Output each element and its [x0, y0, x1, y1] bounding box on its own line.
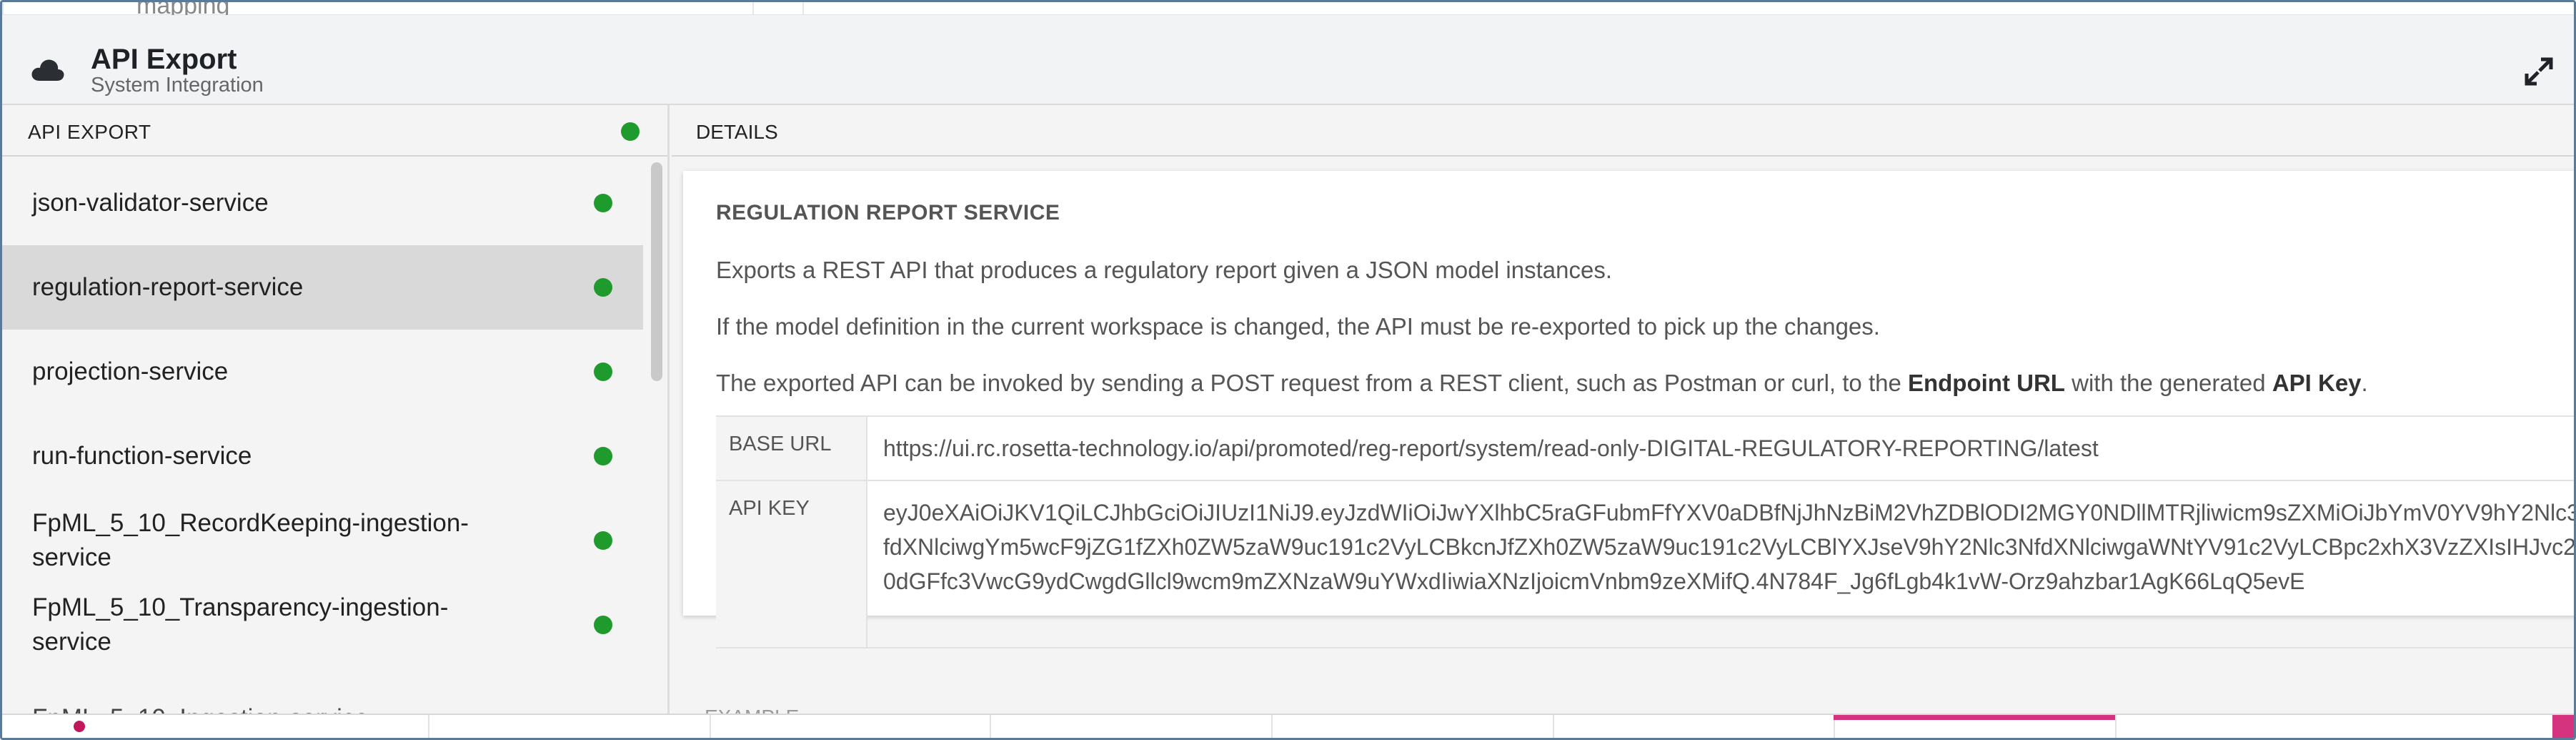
expand-icon[interactable] [2524, 56, 2554, 87]
api-key-label: API KEY [716, 481, 867, 647]
table-row: API KEY eyJ0eXAiOiJKV1QiLCJhbGciOiJIUzI1… [716, 481, 2574, 648]
status-dot-icon [594, 362, 612, 381]
list-item-label: FpML_5_10_Transparency-ingestion-service [32, 593, 449, 656]
api-export-panel: API EXPORT json-validator-service regula… [2, 105, 670, 720]
tab-divider [990, 715, 991, 738]
service-list: json-validator-service regulation-report… [2, 161, 643, 667]
tab-divider [1271, 715, 1273, 738]
details-panel: DETAILS REGULATION REPORT SERVICE Export… [672, 105, 2574, 720]
list-item-label: FpML_5_10_RecordKeeping-ingestion-servic… [32, 509, 469, 571]
panel-header: API Export System Integration [2, 15, 2574, 105]
strip-divider [752, 2, 754, 15]
base-url-value[interactable]: https://ui.rc.rosetta-technology.io/api/… [867, 417, 2574, 480]
tab-divider [428, 715, 429, 738]
description-text: If the model definition in the current w… [716, 313, 1880, 340]
card-title: REGULATION REPORT SERVICE [716, 201, 1060, 225]
description-text: The exported API can be invoked by sendi… [716, 370, 2368, 396]
endpoint-table: BASE URL https://ui.rc.rosetta-technolog… [716, 415, 2574, 648]
description-text: Exports a REST API that produces a regul… [716, 257, 1613, 283]
base-url-label: BASE URL [716, 417, 867, 480]
list-item[interactable]: FpML_5_10_Transparency-ingestion-service [2, 583, 643, 667]
page-subtitle: System Integration [91, 74, 264, 97]
status-dot-icon [594, 278, 612, 297]
details-header: DETAILS [672, 105, 2574, 157]
status-dot-icon [594, 447, 612, 465]
panel-heading: API EXPORT [28, 121, 151, 143]
table-row: BASE URL https://ui.rc.rosetta-technolog… [716, 417, 2574, 481]
status-dot-icon [594, 194, 612, 212]
list-scrollbar[interactable] [651, 162, 662, 381]
active-tab-indicator [1834, 715, 2115, 720]
list-item[interactable]: projection-service [2, 330, 643, 414]
api-key-value[interactable]: eyJ0eXAiOiJKV1QiLCJhbGciOiJIUzI1NiJ9.eyJ… [867, 481, 2574, 647]
corner-accent [2552, 715, 2574, 738]
page-title: API Export [91, 44, 237, 75]
list-item-selected[interactable]: regulation-report-service [2, 245, 643, 330]
top-strip: mapping [2, 2, 2574, 19]
list-item-label: projection-service [32, 357, 229, 385]
app-window: mapping API Export System Integration AP… [0, 0, 2576, 740]
strip-divider [2, 2, 4, 15]
status-dot-icon [621, 122, 640, 141]
tab-divider [710, 715, 711, 738]
list-item-label: regulation-report-service [32, 273, 304, 301]
list-item[interactable]: run-function-service [2, 414, 643, 498]
api-export-header: API EXPORT [2, 105, 667, 157]
bottom-tab-bar [2, 714, 2574, 738]
rosetta-logo-icon[interactable] [74, 721, 85, 732]
list-item[interactable]: FpML_5_10_RecordKeeping-ingestion-servic… [2, 498, 643, 583]
list-item[interactable]: json-validator-service [2, 161, 643, 245]
status-dot-icon [594, 531, 612, 550]
list-item-label: json-validator-service [32, 189, 269, 217]
strip-divider [802, 2, 804, 15]
tab-divider [2115, 715, 2117, 738]
tab-divider [1553, 715, 1554, 738]
list-item-label: run-function-service [32, 442, 252, 470]
status-dot-icon [594, 616, 612, 634]
panel-heading: DETAILS [696, 121, 778, 143]
cloud-icon [31, 59, 64, 81]
service-details-card: REGULATION REPORT SERVICE Exports a REST… [683, 171, 2574, 648]
